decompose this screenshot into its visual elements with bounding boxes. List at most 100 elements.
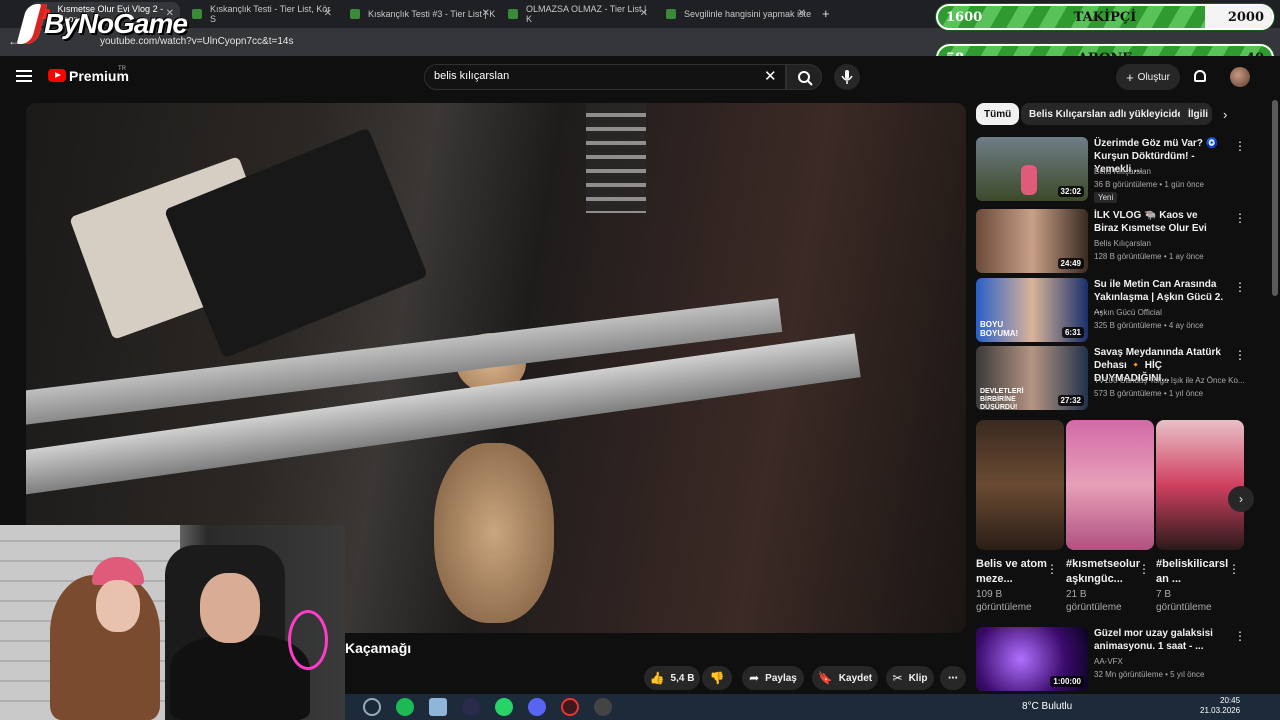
more-icon[interactable]: ⋮ bbox=[1234, 211, 1246, 225]
steam-icon[interactable] bbox=[363, 698, 381, 716]
webcam-overlay bbox=[0, 525, 345, 720]
rec-thumbnail[interactable]: 1:00:00 bbox=[976, 627, 1088, 691]
shorts-next-button[interactable]: › bbox=[1228, 486, 1254, 512]
clip-label: Klip bbox=[908, 672, 928, 684]
chip-all[interactable]: Tümü bbox=[976, 103, 1020, 125]
rec-video[interactable]: DEVLETLERİ BİRBİRİNE DÜŞÜRDÜ! 27:32 Sava… bbox=[976, 346, 1266, 410]
followers-counter: 1600 TAKİPÇİ 2000 bbox=[936, 4, 1274, 30]
microphone-icon bbox=[841, 70, 853, 84]
discord-icon[interactable] bbox=[528, 698, 546, 716]
tab[interactable]: Sevgilinle hangisini yapmak iste ✕ bbox=[656, 2, 812, 26]
voice-search-button[interactable] bbox=[834, 64, 860, 90]
more-icon[interactable]: ⋮ bbox=[1046, 562, 1058, 576]
whatsapp-icon[interactable] bbox=[495, 698, 513, 716]
tierlist-favicon-icon bbox=[350, 9, 360, 19]
more-icon[interactable]: ⋮ bbox=[1234, 280, 1246, 294]
thumbs-down-icon: 👎 bbox=[709, 671, 725, 685]
close-tab-icon[interactable]: ✕ bbox=[482, 8, 490, 19]
rec-video[interactable]: 24:49 İLK VLOG 🐃 Kaos ve Biraz Kısmetse … bbox=[976, 209, 1266, 273]
microphone-ring bbox=[288, 610, 328, 670]
tab[interactable]: Kıskançlık Testi - Tier List, Kör S ✕ bbox=[182, 2, 338, 26]
more-icon[interactable]: ⋮ bbox=[1234, 629, 1246, 643]
new-tab-button[interactable]: + bbox=[822, 6, 830, 21]
rec-video[interactable]: BOYU BOYUMA! 6:31 Su ile Metin Can Arası… bbox=[976, 278, 1266, 342]
short-title[interactable]: #kısmetseoluraşkıngüc... bbox=[1066, 557, 1144, 587]
rec-meta: 573 B görüntüleme • 1 yıl önce bbox=[1094, 389, 1204, 398]
tab[interactable]: Kıskançlık Testi #3 - Tier List | K ✕ bbox=[340, 2, 496, 26]
search-icon bbox=[798, 71, 813, 86]
youtube-header: Premium TR belis kılıçarslan ✕ + Oluştur bbox=[0, 56, 1280, 100]
notifications-bell-icon[interactable] bbox=[1194, 70, 1206, 82]
tab-label: OLMAZSA OLMAZ - Tier List | K bbox=[525, 4, 647, 24]
duration-badge: 27:32 bbox=[1057, 395, 1084, 406]
video-frame-detail bbox=[586, 103, 646, 213]
short-views: 21 B görüntüleme bbox=[1066, 589, 1122, 613]
rec-channel[interactable]: Belis Kılıçarslan bbox=[1094, 239, 1151, 248]
thumb-text: DEVLETLERİ BİRBİRİNE DÜŞÜRDÜ! bbox=[980, 388, 1024, 410]
share-button[interactable]: ➦ Paylaş bbox=[742, 666, 804, 690]
close-tab-icon[interactable]: ✕ bbox=[640, 8, 648, 19]
rec-channel[interactable]: TV100 Candaş Tolga Işık ile Az Önce Ko..… bbox=[1094, 376, 1244, 385]
clip-button[interactable]: ✂ Klip bbox=[886, 666, 934, 690]
close-tab-icon[interactable]: ✕ bbox=[324, 8, 332, 19]
more-icon[interactable]: ⋮ bbox=[1234, 348, 1246, 362]
video-frame-cat-body bbox=[434, 443, 554, 623]
short-thumbnail[interactable] bbox=[1156, 420, 1244, 550]
scrollbar[interactable] bbox=[1272, 100, 1278, 296]
rec-thumbnail[interactable]: DEVLETLERİ BİRBİRİNE DÜŞÜRDÜ! 27:32 bbox=[976, 346, 1088, 410]
short-title[interactable]: Belis ve atom meze... bbox=[976, 557, 1054, 587]
new-badge: Yeni bbox=[1094, 192, 1118, 203]
more-icon[interactable]: ⋮ bbox=[1228, 562, 1240, 576]
search-input[interactable]: belis kılıçarslan bbox=[434, 70, 509, 82]
obs-icon[interactable] bbox=[594, 698, 612, 716]
more-icon[interactable]: ⋮ bbox=[1138, 562, 1150, 576]
thumbs-up-icon: 👍 bbox=[649, 671, 665, 685]
clock[interactable]: 20:45 21.03.2026 bbox=[1200, 696, 1240, 716]
rec-channel[interactable]: AA-VFX bbox=[1094, 657, 1123, 666]
rec-thumbnail[interactable]: BOYU BOYUMA! 6:31 bbox=[976, 278, 1088, 342]
rec-video[interactable]: 32:02 Üzerimde Göz mü Var? 🧿 Kurşun Dökt… bbox=[976, 137, 1266, 203]
menu-icon[interactable] bbox=[16, 70, 32, 82]
bynogame-logo: ByNoGame bbox=[16, 4, 188, 44]
rec-thumbnail[interactable]: 24:49 bbox=[976, 209, 1088, 273]
short-title[interactable]: #beliskilicarslan ... bbox=[1156, 557, 1234, 587]
rec-channel[interactable]: Aşkın Gücü Official bbox=[1094, 308, 1162, 317]
spotify-icon[interactable] bbox=[396, 698, 414, 716]
rec-title: İLK VLOG 🐃 Kaos ve Biraz Kısmetse Olur E… bbox=[1094, 210, 1207, 234]
followers-goal: 2000 bbox=[1227, 10, 1264, 25]
short-thumbnail[interactable] bbox=[976, 420, 1064, 550]
tierlist-favicon-icon bbox=[508, 9, 518, 19]
youtube-logo-icon[interactable] bbox=[48, 69, 66, 82]
create-button[interactable]: + Oluştur bbox=[1116, 64, 1180, 90]
app-icon[interactable] bbox=[429, 698, 447, 716]
more-icon[interactable]: ⋮ bbox=[1234, 139, 1246, 153]
create-label: Oluştur bbox=[1137, 71, 1170, 83]
opera-icon[interactable] bbox=[561, 698, 579, 716]
short-thumbnail[interactable] bbox=[1066, 420, 1154, 550]
clear-search-icon[interactable]: ✕ bbox=[764, 67, 777, 85]
dislike-button[interactable]: 👎 bbox=[702, 666, 732, 690]
face-right bbox=[200, 573, 260, 643]
avatar[interactable] bbox=[1230, 67, 1250, 87]
rec-video[interactable]: 1:00:00 Güzel mor uzay galaksisi animasy… bbox=[976, 627, 1266, 691]
search-button[interactable] bbox=[786, 64, 822, 90]
like-button[interactable]: 👍 5,4 B bbox=[644, 666, 700, 690]
share-icon: ➦ bbox=[749, 671, 760, 685]
weather-widget[interactable]: 8°C Bulutlu bbox=[1022, 701, 1072, 712]
chip-related[interactable]: İlgili bbox=[1180, 103, 1212, 125]
rec-meta: 128 B görüntüleme • 1 ay önce bbox=[1094, 252, 1204, 261]
more-actions-button[interactable]: ⋯ bbox=[940, 666, 966, 690]
chip-uploader[interactable]: Belis Kılıçarslan adlı yükleyiciden bbox=[1021, 103, 1198, 125]
tab[interactable]: OLMAZSA OLMAZ - Tier List | K ✕ bbox=[498, 2, 654, 26]
rec-channel[interactable]: Belis Kılıçarslan bbox=[1094, 167, 1151, 176]
taskbar bbox=[345, 694, 1280, 720]
rec-thumbnail[interactable]: 32:02 bbox=[976, 137, 1088, 201]
save-button[interactable]: 🔖 Kaydet bbox=[812, 666, 878, 690]
video-frame-bag-dark bbox=[164, 127, 428, 359]
share-label: Paylaş bbox=[765, 672, 797, 684]
chips-next-icon[interactable]: › bbox=[1223, 107, 1227, 122]
clock-date: 21.03.2026 bbox=[1200, 706, 1241, 715]
valorant-icon[interactable] bbox=[462, 698, 480, 716]
tierlist-favicon-icon bbox=[192, 9, 202, 19]
close-tab-icon[interactable]: ✕ bbox=[798, 8, 806, 19]
